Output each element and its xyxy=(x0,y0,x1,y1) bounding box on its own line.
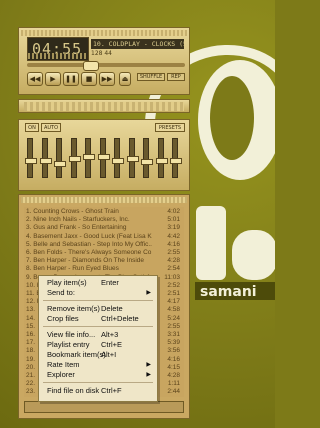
main-window[interactable]: 04:55 10. COLDPLAY - CLOCKS (5:29) 128 4… xyxy=(18,27,190,95)
slider-knob[interactable] xyxy=(25,158,37,164)
menu-item-crop-files[interactable]: Crop files Ctrl+Delete xyxy=(39,314,157,324)
equalizer-window: ON AUTO PRESETS xyxy=(18,119,190,191)
menu-item-explorer[interactable]: Explorer ▶ xyxy=(39,370,157,380)
eq-presets-button[interactable]: PRESETS xyxy=(155,123,185,132)
menu-item-playlist-entry[interactable]: Playlist entry Ctrl+E xyxy=(39,340,157,350)
slider-knob[interactable] xyxy=(97,154,110,160)
menu-item-shortcut: Enter xyxy=(101,278,119,287)
visualizer[interactable] xyxy=(28,53,88,59)
playlist-toolbar[interactable] xyxy=(24,401,184,413)
slider-knob[interactable] xyxy=(155,158,168,164)
song-ticker: 10. COLDPLAY - CLOCKS (5:29) xyxy=(91,39,184,49)
submenu-arrow-icon: ▶ xyxy=(146,372,151,378)
menu-item-label: Bookmark item(s) xyxy=(47,350,106,359)
menu-item-shortcut: Ctrl+Delete xyxy=(101,314,139,323)
menu-item-find-file-on-disk[interactable]: Find file on disk Ctrl+F xyxy=(39,386,157,396)
slider-knob[interactable] xyxy=(68,156,81,162)
eq-band-slider[interactable] xyxy=(170,138,182,178)
menu-item-label: Rate Item xyxy=(47,360,80,369)
eq-toolbar: ON AUTO PRESETS xyxy=(23,123,185,133)
menu-separator xyxy=(43,300,153,301)
eq-band-slider[interactable] xyxy=(141,138,153,178)
menu-item-shortcut: Delete xyxy=(101,304,123,313)
menu-item-remove-item-s[interactable]: Remove item(s) Delete xyxy=(39,304,157,314)
context-menu: Play item(s) Enter Send to: ▶ Remove item(s)… xyxy=(38,275,158,402)
shuffle-toggle[interactable]: SHUFFLE xyxy=(137,73,165,81)
menu-item-label: Send to: xyxy=(47,288,75,297)
menu-item-shortcut: Ctrl+E xyxy=(101,340,123,349)
play-button[interactable]: ▶ xyxy=(45,72,61,86)
eq-on-button[interactable]: ON xyxy=(25,123,39,132)
eq-auto-button[interactable]: AUTO xyxy=(41,123,61,132)
menu-item-label: Explorer xyxy=(47,370,75,379)
eq-band-slider[interactable] xyxy=(39,138,52,178)
time-display[interactable]: 04:55 xyxy=(27,37,89,61)
menu-item-shortcut: Alt+I xyxy=(101,350,117,359)
menu-item-shortcut: Alt+3 xyxy=(101,330,119,339)
menu-item-label: Play item(s) xyxy=(47,278,87,287)
menu-item-label: View file info... xyxy=(47,330,96,339)
wallpaper-brand-text: samani xyxy=(200,284,257,300)
eq-band-slider[interactable] xyxy=(112,138,124,178)
slider-knob[interactable] xyxy=(141,159,153,165)
stop-button[interactable]: ■ xyxy=(81,72,97,86)
submenu-arrow-icon: ▶ xyxy=(146,290,151,296)
slider-knob[interactable] xyxy=(112,158,124,164)
menu-separator xyxy=(43,382,153,383)
eq-band-slider[interactable] xyxy=(83,138,95,178)
menu-item-label: Crop files xyxy=(47,314,79,323)
menu-item-rate-item[interactable]: Rate Item ▶ xyxy=(39,360,157,370)
previous-button[interactable]: ◀◀ xyxy=(27,72,43,86)
submenu-arrow-icon: ▶ xyxy=(146,362,151,368)
menu-item-label: Find file on disk xyxy=(47,386,100,395)
menu-item-play-item-s[interactable]: Play item(s) Enter xyxy=(39,278,157,288)
eq-band-slider[interactable] xyxy=(97,138,110,178)
eq-band-slider[interactable] xyxy=(155,138,168,178)
menu-item-shortcut: Ctrl+F xyxy=(101,386,122,395)
eq-band-slider[interactable] xyxy=(68,138,81,178)
slider-knob[interactable] xyxy=(39,158,52,164)
slider-knob[interactable] xyxy=(54,161,66,167)
repeat-toggle[interactable]: REP xyxy=(167,73,185,81)
main-titlebar[interactable] xyxy=(21,30,187,36)
next-button[interactable]: ▶▶ xyxy=(99,72,115,86)
bitrate-display: 128 44 xyxy=(91,50,112,57)
slider-knob[interactable] xyxy=(83,154,95,160)
playlist-titlebar[interactable] xyxy=(21,197,187,203)
menu-item-bookmark-item-s[interactable]: Bookmark item(s) Alt+I xyxy=(39,350,157,360)
transport-controls: ◀◀ ▶ ❚❚ ■ ▶▶ ⏏ SHUFFLE REP xyxy=(27,72,187,90)
seek-knob[interactable] xyxy=(83,61,99,71)
eject-button[interactable]: ⏏ xyxy=(119,72,131,86)
menu-item-label: Playlist entry xyxy=(47,340,90,349)
eq-band-slider[interactable] xyxy=(54,138,66,178)
preamp-slider[interactable] xyxy=(25,138,37,178)
track-duration: 2:44 xyxy=(167,388,180,396)
pause-button[interactable]: ❚❚ xyxy=(63,72,79,86)
menu-item-send-to[interactable]: Send to: ▶ xyxy=(39,288,157,298)
shade-titlebar[interactable] xyxy=(24,102,184,111)
menu-item-label: Remove item(s) xyxy=(47,304,100,313)
seek-bar[interactable] xyxy=(27,63,185,67)
menu-item-view-file-info[interactable]: View file info... Alt+3 xyxy=(39,330,157,340)
menu-separator xyxy=(43,326,153,327)
eq-band-slider[interactable] xyxy=(126,138,139,178)
shade-window[interactable] xyxy=(18,99,190,113)
slider-knob[interactable] xyxy=(126,156,139,162)
slider-knob[interactable] xyxy=(170,158,182,164)
